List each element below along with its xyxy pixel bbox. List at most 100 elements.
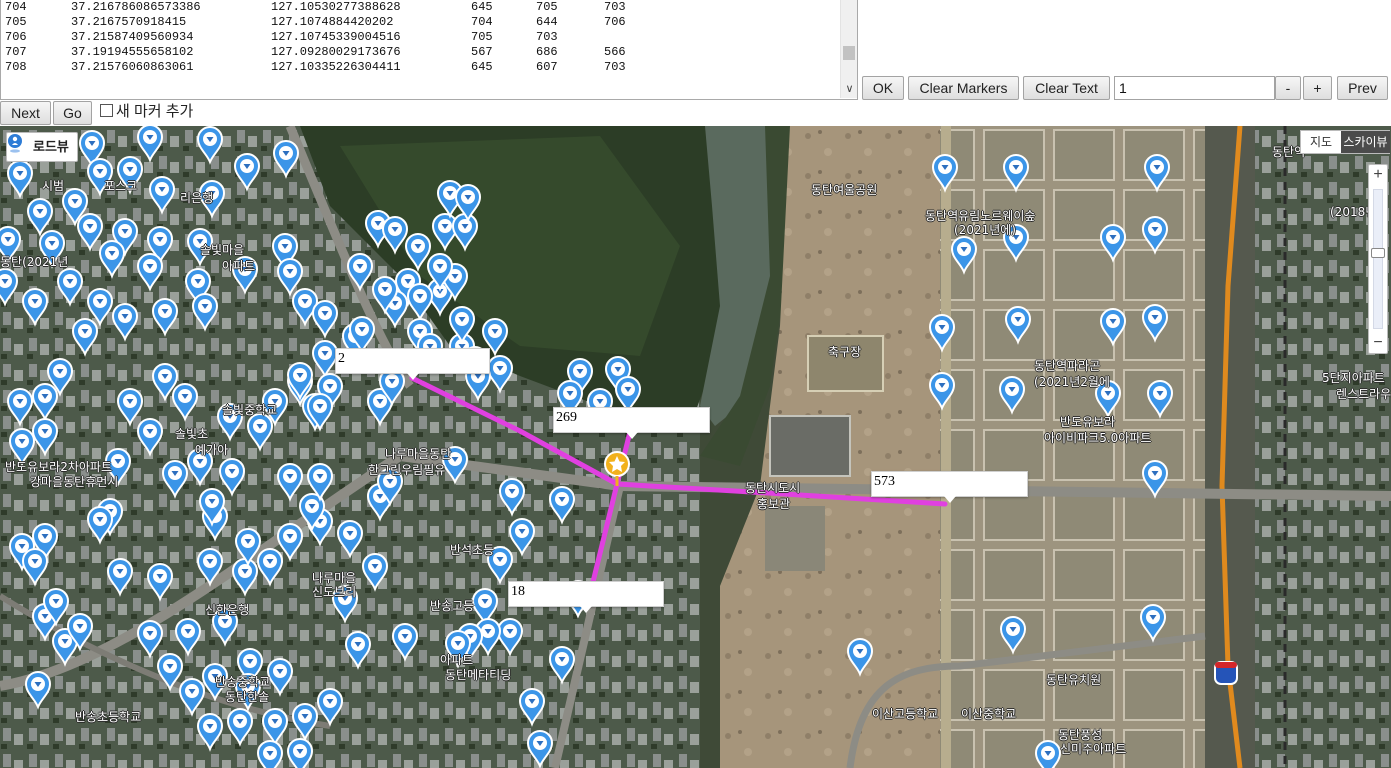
map-place-label: 한그린우림필유 bbox=[368, 463, 446, 477]
map-place-label: 반도유보라2차아파트 bbox=[5, 460, 112, 474]
data-cell: 37.21576060863061 bbox=[71, 60, 194, 74]
map-place-label: 반도유보라 bbox=[1060, 415, 1116, 429]
data-cell: 127.10335226304411 bbox=[271, 60, 401, 74]
add-marker-label: 새 마커 추가 bbox=[116, 103, 194, 120]
map-place-label: 동탄시도시 bbox=[745, 481, 801, 495]
data-row: 704 37.216786086573386 127.10530277388628 6… bbox=[5, 0, 664, 15]
data-cell: 127.1074884420202 bbox=[271, 15, 394, 29]
control-panel: 704 37.216786086573386 127.10530277388628 6… bbox=[0, 0, 1391, 126]
coordinates-text: 704 37.216786086573386 127.10530277388628 6… bbox=[5, 0, 664, 75]
map-place-label: 포스크 bbox=[104, 179, 138, 193]
zoom-slider-handle[interactable] bbox=[1371, 248, 1385, 258]
data-cell: 37.21587409560934 bbox=[71, 30, 194, 44]
next-button[interactable]: Next bbox=[0, 101, 51, 125]
map-place-label: (2021년2월에 bbox=[1034, 375, 1110, 389]
coordinates-textarea[interactable]: 704 37.216786086573386 127.10530277388628 6… bbox=[0, 0, 858, 100]
zoom-slider-track[interactable] bbox=[1371, 189, 1385, 329]
data-cell: 706 bbox=[604, 15, 626, 29]
add-marker-checkbox-row[interactable]: 새 마커 추가 bbox=[100, 101, 193, 123]
maptype-skyview-button[interactable]: 스카이뷰 bbox=[1341, 131, 1390, 153]
plus-button[interactable]: + bbox=[1303, 76, 1332, 100]
map-place-label: 축구장 bbox=[828, 345, 862, 359]
zoom-control[interactable]: + − bbox=[1368, 164, 1388, 354]
map-place-label: 나루마을 bbox=[312, 571, 357, 585]
map-place-label: 솔빛마을 bbox=[200, 243, 245, 257]
map-place-label: 이산중학교 bbox=[961, 707, 1017, 721]
map-place-label: 동탄여울공원 bbox=[811, 183, 878, 197]
map-place-label: 동탄메타티딩 bbox=[445, 668, 512, 682]
data-cell: 37.216786086573386 bbox=[71, 0, 201, 14]
data-row: 705 37.2167570918415 127.1074884420202 704 6… bbox=[5, 15, 664, 30]
data-cell: 127.10745339004516 bbox=[271, 30, 401, 44]
map-place-label: 강마을동탄휴먼시 bbox=[30, 475, 119, 489]
route-infobox-18[interactable]: 18 bbox=[508, 581, 664, 613]
data-cell: 703 bbox=[536, 30, 558, 44]
map-place-label: 반석초등 bbox=[450, 543, 495, 557]
data-cell: 703 bbox=[604, 0, 626, 14]
roadview-person-icon bbox=[8, 134, 22, 153]
map-place-label: 아파트 bbox=[440, 653, 474, 667]
data-cell: 127.10530277388628 bbox=[271, 0, 401, 14]
map-place-label: 홍보관 bbox=[757, 497, 791, 511]
map-place-label: 동탄(2021년 bbox=[0, 255, 69, 269]
data-cell: 706 bbox=[5, 30, 27, 44]
map-place-label: 동탄유치원 bbox=[1046, 673, 1102, 687]
data-cell: 645 bbox=[471, 60, 493, 74]
map-view[interactable]: 동탄역 동탄여울공원 동탄역유림노르웨이숲 (2021년에) 동탄역파라곤 (2021년2… bbox=[0, 126, 1391, 768]
data-row: 708 37.21576060863061 127.10335226304411 64… bbox=[5, 60, 664, 75]
map-place-label: 반송초등학교 bbox=[75, 710, 142, 724]
clear-markers-button[interactable]: Clear Markers bbox=[908, 76, 1019, 100]
roadview-button[interactable]: 로드뷰 bbox=[6, 132, 78, 162]
map-place-label: 신한은행 bbox=[205, 603, 250, 617]
map-type-toggle[interactable]: 지도 스카이뷰 bbox=[1300, 130, 1390, 154]
textarea-scrollbar[interactable]: ∨ bbox=[840, 0, 857, 98]
data-cell: 37.19194555658102 bbox=[71, 45, 194, 59]
data-row: 707 37.19194555658102 127.09280029173676 56… bbox=[5, 45, 664, 60]
scrollbar-thumb[interactable] bbox=[843, 46, 855, 60]
map-place-label: 리은행 bbox=[180, 191, 214, 205]
map-place-label: 아이비파크5.0아파트 bbox=[1044, 431, 1152, 445]
map-place-label: 반송고등 bbox=[430, 599, 475, 613]
map-marker-pin-icon[interactable] bbox=[256, 740, 284, 768]
data-cell: 703 bbox=[604, 60, 626, 74]
data-cell: 707 bbox=[5, 45, 27, 59]
data-cell: 607 bbox=[536, 60, 558, 74]
prev-button[interactable]: Prev bbox=[1337, 76, 1388, 100]
data-cell: 127.09280029173676 bbox=[271, 45, 401, 59]
data-cell: 566 bbox=[604, 45, 626, 59]
map-place-label: 이산고등학교 bbox=[872, 707, 939, 721]
zoom-in-icon[interactable]: + bbox=[1369, 165, 1387, 185]
map-place-label: 솔빛초 bbox=[175, 427, 209, 441]
map-place-label: 동탄한솔 bbox=[225, 690, 270, 704]
map-place-label: 아파트 bbox=[222, 259, 256, 273]
data-cell: 705 bbox=[536, 0, 558, 14]
map-place-label: 시범 bbox=[42, 179, 65, 193]
map-place-label: (2021년에) bbox=[954, 223, 1016, 237]
route-infobox-269[interactable]: 269 bbox=[553, 407, 710, 439]
data-cell: 567 bbox=[471, 45, 493, 59]
map-place-label: 솔빛중학교 bbox=[222, 403, 278, 417]
map-marker-pin-icon[interactable] bbox=[1034, 740, 1062, 768]
data-cell: 644 bbox=[536, 15, 558, 29]
data-cell: 705 bbox=[5, 15, 27, 29]
go-button[interactable]: Go bbox=[53, 101, 92, 125]
route-infobox-2[interactable]: 2 bbox=[335, 348, 490, 380]
data-cell: 37.2167570918415 bbox=[71, 15, 187, 29]
zoom-out-icon[interactable]: − bbox=[1369, 333, 1387, 353]
minus-button[interactable]: - bbox=[1275, 76, 1301, 100]
route-infobox-573[interactable]: 573 bbox=[871, 471, 1028, 503]
data-cell: 705 bbox=[471, 30, 493, 44]
page-number-input[interactable] bbox=[1114, 76, 1275, 100]
map-place-label: 나루마을동탄 bbox=[385, 447, 452, 461]
maptype-map-button[interactable]: 지도 bbox=[1301, 131, 1341, 153]
data-cell: 708 bbox=[5, 60, 27, 74]
roadview-label: 로드뷰 bbox=[33, 139, 69, 154]
data-cell: 704 bbox=[471, 15, 493, 29]
data-row: 706 37.21587409560934 127.10745339004516 70… bbox=[5, 30, 664, 45]
scroll-down-arrow-icon[interactable]: ∨ bbox=[841, 82, 857, 96]
ok-button[interactable]: OK bbox=[862, 76, 904, 100]
clear-text-button[interactable]: Clear Text bbox=[1023, 76, 1110, 100]
map-place-label: 동탄역파라곤 bbox=[1034, 359, 1101, 373]
map-place-label: 동탄역유림노르웨이숲 bbox=[925, 209, 1036, 223]
add-marker-checkbox[interactable] bbox=[100, 104, 113, 117]
